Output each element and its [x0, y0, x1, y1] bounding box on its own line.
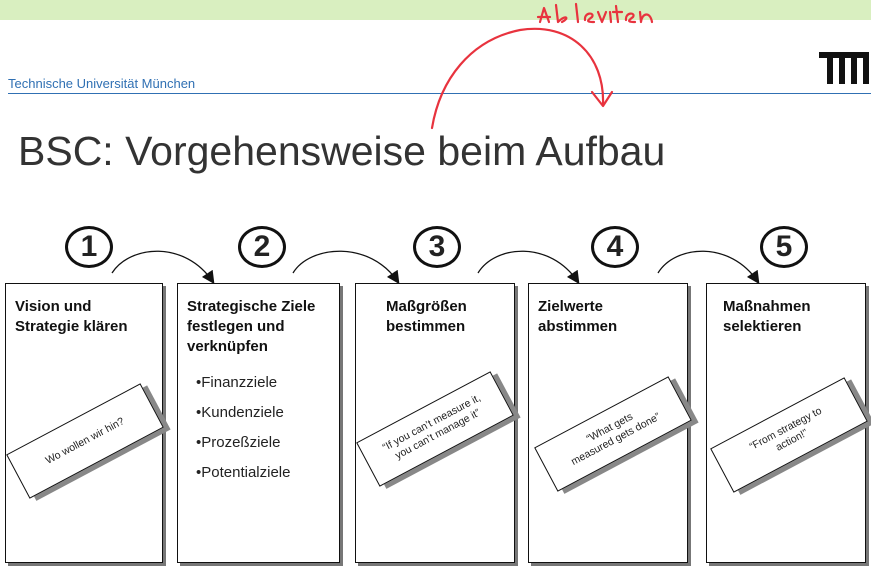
list-item: •Prozeßziele	[196, 434, 281, 451]
step-title-5: Maßnahmen selektieren	[723, 298, 811, 335]
list-item: •Finanzziele	[196, 374, 278, 391]
step-box-4: Zielwerte abstimmen “What gets measured …	[528, 283, 692, 563]
step-title-1: Vision und Strategie klären	[15, 298, 128, 335]
step-box-5: Maßnahmen selektieren “From strategy to …	[706, 283, 868, 563]
step-number-4: 4	[591, 226, 639, 268]
step-note-3: “If you can’t measure it, you can’t mana…	[356, 371, 514, 487]
step-number-5: 5	[760, 226, 808, 268]
step-box-3: Maßgrößen bestimmen “If you can’t measur…	[355, 283, 515, 563]
step-number-2: 2	[238, 226, 286, 268]
step-number-1: 1	[65, 226, 113, 268]
step-title-3: Maßgrößen bestimmen	[386, 298, 467, 335]
list-item: •Potentialziele	[196, 464, 291, 481]
strategic-goals-list: •Finanzziele •Kundenziele •Prozeßziele •…	[196, 374, 290, 494]
step-number-3: 3	[413, 226, 461, 268]
step-title-2: Strategische Ziele festlegen und verknüp…	[187, 298, 316, 355]
step-box-1: Vision und Strategie klären Wo wollen wi…	[5, 283, 164, 563]
step-note-4: “What gets measured gets done”	[534, 376, 692, 492]
list-item: •Kundenziele	[196, 404, 284, 421]
process-diagram: 1 2 3 4 5 Vision und Strategie klären Wo…	[0, 0, 871, 573]
step-title-4: Zielwerte abstimmen	[538, 298, 618, 335]
step-note-5: “From strategy to action!”	[710, 377, 868, 493]
step-box-2: Strategische Ziele festlegen und verknüp…	[177, 283, 340, 563]
step-note-1: Wo wollen wir hin?	[6, 383, 164, 499]
